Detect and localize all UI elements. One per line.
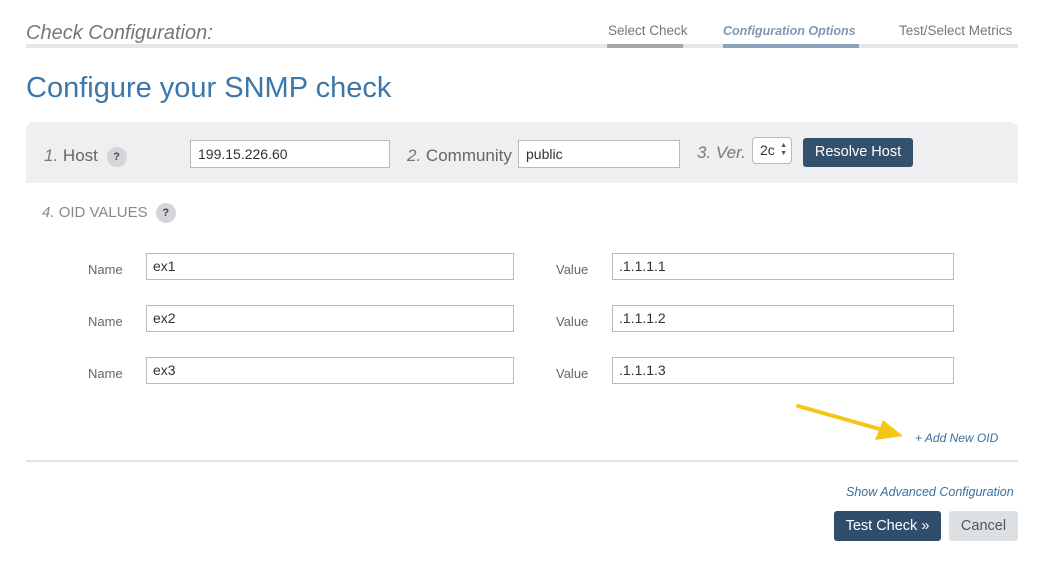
oid-name-input[interactable]: ex2	[146, 305, 514, 332]
help-icon[interactable]: ?	[155, 203, 176, 223]
oid-value-input[interactable]: .1.1.1.3	[612, 357, 954, 384]
oid-name-input[interactable]: ex1	[146, 253, 514, 280]
host-label: 1. Host ?	[44, 146, 127, 167]
step-select-check[interactable]: Select Check	[608, 23, 688, 38]
cancel-button[interactable]: Cancel	[949, 511, 1018, 541]
oid-values-heading: 4. OID VALUES ?	[42, 203, 176, 223]
host-input[interactable]: 199.15.226.60	[190, 140, 390, 168]
wizard-title: Check Configuration:	[26, 22, 213, 44]
oid-value-label: Value	[556, 262, 589, 277]
test-check-button[interactable]: Test Check »	[834, 511, 941, 541]
show-advanced-configuration-link[interactable]: Show Advanced Configuration	[846, 485, 1014, 499]
oid-name-label: Name	[88, 262, 123, 277]
page-title: Configure your SNMP check	[26, 72, 392, 104]
oid-value-input[interactable]: .1.1.1.2	[612, 305, 954, 332]
step-configuration-options-underline	[723, 44, 859, 48]
resolve-host-button[interactable]: Resolve Host	[803, 138, 913, 167]
wizard-progress-line	[26, 44, 1018, 48]
host-config-bar: 1. Host ? 199.15.226.60 2. Community pub…	[26, 122, 1018, 183]
oid-value-label: Value	[556, 314, 589, 329]
add-new-oid-link[interactable]: + Add New OID	[915, 431, 998, 445]
community-input[interactable]: public	[518, 140, 680, 168]
oid-value-input[interactable]: .1.1.1.1	[612, 253, 954, 280]
version-select[interactable]: 2c ▲ ▼	[752, 137, 792, 164]
oid-name-input[interactable]: ex3	[146, 357, 514, 384]
wizard-header: Check Configuration: Select Check Config…	[26, 0, 1018, 48]
oid-value-label: Value	[556, 366, 589, 381]
oid-name-label: Name	[88, 366, 123, 381]
version-label: 3. Ver.	[697, 143, 746, 162]
step-select-check-underline	[607, 44, 683, 48]
step-test-select-metrics[interactable]: Test/Select Metrics	[899, 23, 1012, 38]
oid-name-label: Name	[88, 314, 123, 329]
select-arrows-icon: ▲ ▼	[780, 142, 787, 157]
annotation-arrow-icon	[796, 404, 903, 440]
help-icon[interactable]: ?	[106, 146, 127, 167]
section-divider	[26, 460, 1018, 462]
step-configuration-options[interactable]: Configuration Options	[723, 24, 856, 38]
community-label: 2. Community	[407, 146, 512, 165]
